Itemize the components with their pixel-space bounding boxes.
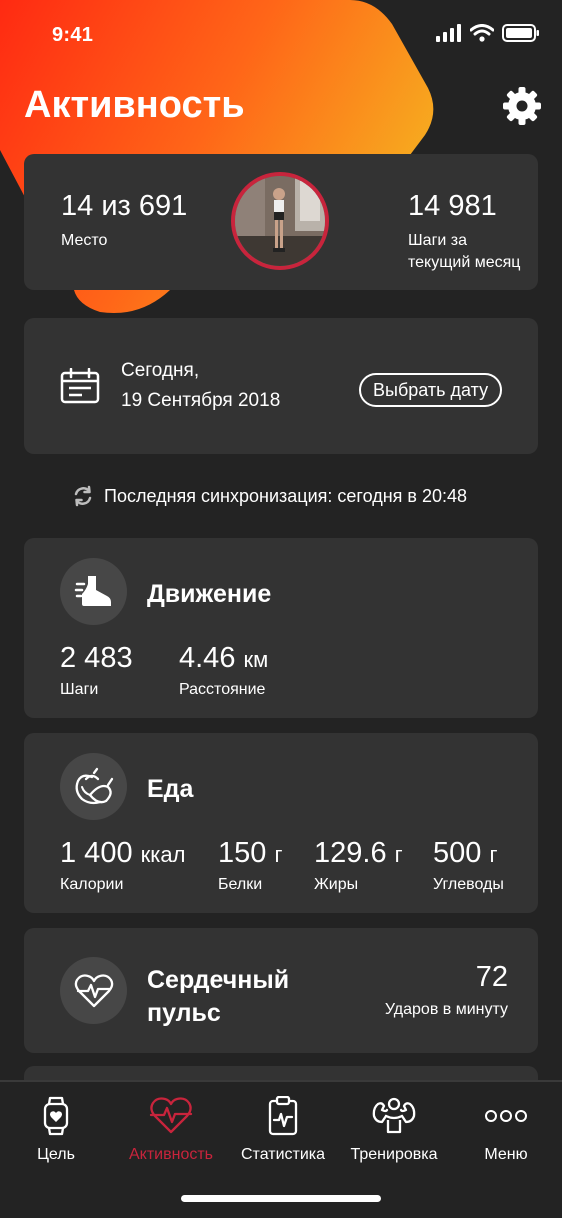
food-carbs-unit: г	[489, 842, 498, 867]
date-card: Сегодня, 19 Сентября 2018 Выбрать дату	[24, 318, 538, 454]
heart-icon-circle	[60, 957, 127, 1024]
food-icon-circle	[60, 753, 127, 820]
food-protein-value: 150	[218, 837, 267, 869]
calendar-icon	[60, 368, 100, 404]
muscle-icon	[372, 1097, 416, 1134]
tab-activity[interactable]: Активность	[121, 1094, 221, 1164]
food-calories-value: 1 400	[60, 837, 133, 869]
tab-goal-label: Цель	[37, 1146, 75, 1163]
tab-goal[interactable]: Цель	[6, 1094, 106, 1164]
page-title: Активность	[24, 84, 245, 126]
food-carbs: 500 г	[433, 837, 497, 870]
heart-rate-title-line1: Сердечный	[147, 966, 290, 994]
food-title: Еда	[147, 775, 194, 803]
food-protein-unit: г	[274, 842, 283, 867]
food-protein: 150 г	[218, 837, 282, 870]
food-carbs-value: 500	[433, 837, 482, 869]
heart-rate-title-line2: пульс	[147, 999, 221, 1027]
vegetables-icon	[75, 767, 113, 804]
food-carbs-label: Углеводы	[433, 876, 504, 893]
home-indicator[interactable]	[181, 1195, 381, 1202]
movement-card[interactable]: Движение 2 483 Шаги 4.46 км Расстояние	[24, 538, 538, 718]
tab-statistics-label: Статистика	[240, 1146, 326, 1163]
movement-distance-value: 4.46	[179, 642, 236, 674]
heart-rate-label: Ударов в минуту	[384, 1001, 508, 1018]
movement-distance-label: Расстояние	[179, 681, 266, 698]
clipboard-chart-icon	[268, 1096, 298, 1136]
tab-menu[interactable]: Меню	[456, 1094, 556, 1164]
food-fat: 129.6 г	[314, 837, 403, 870]
status-bar: 9:41	[0, 0, 562, 70]
tab-activity-label: Активность	[128, 1146, 213, 1163]
avatar[interactable]	[231, 172, 329, 270]
rank-label: Место	[61, 232, 108, 249]
tab-menu-label: Меню	[484, 1146, 528, 1163]
food-fat-label: Жиры	[314, 876, 359, 893]
sync-icon	[74, 485, 92, 507]
heart-rate-value: 72	[475, 961, 508, 993]
food-fat-unit: г	[394, 842, 403, 867]
movement-distance-unit: км	[243, 647, 269, 672]
tab-training[interactable]: Тренировка	[344, 1094, 444, 1164]
avatar-photo	[235, 176, 325, 266]
heart-rate-icon	[74, 973, 113, 1007]
gear-icon	[503, 87, 541, 125]
movement-title: Движение	[147, 580, 272, 608]
sneaker-icon	[74, 575, 111, 609]
food-calories-unit: ккал	[140, 842, 186, 867]
date-value: 19 Сентября 2018	[121, 390, 281, 411]
more-dots-icon	[485, 1110, 527, 1122]
monthly-steps-label: Шаги за текущий месяц	[408, 230, 520, 274]
status-time: 9:41	[52, 24, 94, 46]
movement-icon-circle	[60, 558, 127, 625]
monthly-steps-value: 14 981	[408, 190, 497, 222]
status-icons	[436, 24, 540, 42]
monthly-steps-label-line1: Шаги за	[408, 232, 468, 249]
date-today-label: Сегодня,	[121, 360, 200, 381]
food-card[interactable]: Еда 1 400 ккал Калории 150 г Белки 129.6…	[24, 733, 538, 913]
battery-icon	[502, 24, 539, 42]
wifi-icon	[470, 24, 494, 42]
food-protein-label: Белки	[218, 876, 263, 893]
rank-card[interactable]: 14 из 691 Место 14 981 Шаги за текущий м…	[24, 154, 538, 290]
heart-pulse-icon	[149, 1097, 193, 1134]
tab-statistics[interactable]: Статистика	[233, 1094, 333, 1164]
movement-steps-value: 2 483	[60, 642, 133, 674]
food-fat-value: 129.6	[314, 837, 387, 869]
tab-training-label: Тренировка	[350, 1146, 438, 1163]
signal-icon	[436, 24, 461, 42]
monthly-steps-label-line2: текущий месяц	[408, 254, 521, 271]
smartwatch-icon	[43, 1096, 69, 1136]
movement-steps-label: Шаги	[60, 681, 99, 698]
sync-text: Последняя синхронизация: сегодня в 20:48	[104, 485, 467, 506]
heart-rate-title: Сердечный пульс	[147, 964, 289, 1030]
food-calories-label: Калории	[60, 876, 124, 893]
food-calories: 1 400 ккал	[60, 837, 185, 870]
pick-date-button[interactable]: Выбрать дату	[359, 373, 503, 407]
sync-status: Последняя синхронизация: сегодня в 20:48	[72, 485, 467, 507]
heart-rate-card[interactable]: Сердечный пульс 72 Ударов в минуту	[24, 928, 538, 1053]
settings-button[interactable]	[502, 86, 542, 126]
rank-value: 14 из 691	[61, 190, 188, 222]
movement-distance: 4.46 км	[179, 642, 268, 675]
